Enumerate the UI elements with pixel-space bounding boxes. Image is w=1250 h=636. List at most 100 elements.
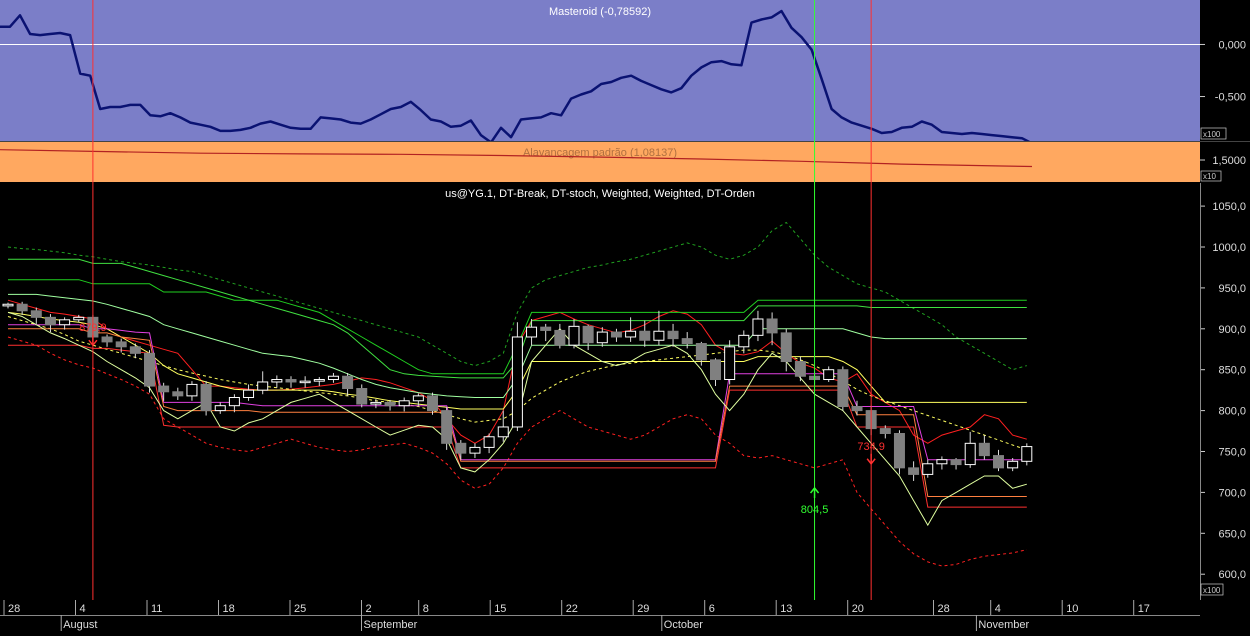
price-tick-label: 600,0 — [1218, 569, 1246, 581]
day-tick-label: 29 — [637, 603, 649, 615]
candle-body — [610, 331, 622, 338]
candle-body — [893, 433, 905, 469]
candle-body — [59, 319, 71, 326]
candle-body — [2, 303, 14, 307]
price-tick-label: 800,0 — [1218, 406, 1246, 418]
candle-body — [766, 318, 778, 334]
candle-body — [526, 326, 538, 338]
candle-body — [568, 325, 580, 346]
candle-body — [922, 463, 934, 475]
candle-body — [639, 330, 651, 341]
masteroid-title: Masteroid (-0,78592) — [549, 6, 651, 18]
month-label: September — [364, 619, 418, 631]
price-plot: 1050,0 1000,0 950,0 900,0 850,0 800,0 750,0 700… — [2, 201, 1246, 581]
candle-body — [483, 436, 495, 448]
price-tick-label: 850,0 — [1218, 365, 1246, 377]
day-tick-label: 20 — [852, 603, 864, 615]
candle-body — [993, 455, 1004, 469]
price-tick-label: 1050,0 — [1212, 201, 1246, 213]
candle-body — [186, 383, 198, 397]
candle-body — [129, 346, 141, 354]
candle-body — [978, 442, 990, 457]
candle-body — [837, 369, 849, 408]
candle-body — [667, 330, 679, 340]
masteroid-axis-bg — [1200, 0, 1250, 141]
month-label: October — [664, 619, 703, 631]
candle-body — [271, 379, 283, 383]
candle-body — [342, 375, 354, 390]
candle-body — [1021, 446, 1033, 462]
candle-body — [738, 334, 750, 348]
day-tick-label: 4 — [995, 603, 1001, 615]
candle-body — [200, 383, 212, 412]
candle-body — [851, 406, 863, 412]
day-tick-label: 28 — [8, 603, 20, 615]
candle-body — [144, 352, 155, 387]
day-tick-label: 25 — [294, 603, 306, 615]
price-tick-label: 750,0 — [1218, 447, 1246, 459]
candle-body — [214, 405, 226, 412]
candle-body — [879, 428, 891, 435]
candle-body — [73, 316, 85, 321]
candle-body — [936, 459, 948, 465]
chart-svg: Masteroid (-0,78592) 0,000-0,500 x100 Al… — [0, 0, 1250, 631]
candle-body — [582, 325, 594, 344]
price-scale-badge: x100 — [1203, 586, 1221, 595]
candle-body — [681, 338, 693, 345]
price-tick-label: 700,0 — [1218, 487, 1246, 499]
alavancagem-tick-label: 1,5000 — [1212, 155, 1246, 167]
candle-body — [228, 397, 240, 407]
candle-body — [908, 467, 920, 475]
day-tick-label: 2 — [366, 603, 372, 615]
candle-body — [497, 426, 509, 438]
candle-body — [172, 391, 184, 397]
day-tick-label: 18 — [223, 603, 235, 615]
candle-body — [724, 346, 736, 381]
candle-body — [455, 442, 467, 454]
masteroid-panel — [0, 0, 1200, 141]
candle-body — [710, 359, 721, 381]
month-label: November — [978, 619, 1029, 631]
masteroid-tick-label: 0,000 — [1218, 39, 1246, 51]
candle-body — [356, 388, 368, 405]
candle-body — [384, 401, 396, 407]
day-tick-label: 4 — [80, 603, 86, 615]
candle-body — [313, 379, 325, 382]
day-tick-label: 13 — [780, 603, 792, 615]
candle-body — [625, 330, 637, 338]
candle-body — [823, 369, 835, 381]
candle-body — [327, 375, 339, 381]
candle-body — [752, 318, 764, 336]
candle-body — [469, 446, 481, 454]
alavancagem-scale-badge: x10 — [1203, 172, 1216, 181]
candle-body — [158, 385, 170, 393]
candle-body — [398, 400, 410, 407]
day-tick-label: 17 — [1138, 603, 1150, 615]
candle-body — [412, 395, 424, 402]
price-title: us@YG.1, DT-Break, DT-stoch, Weighted, W… — [445, 188, 755, 200]
day-tick-label: 10 — [1066, 603, 1078, 615]
candle-body — [370, 401, 382, 405]
candle-body — [695, 343, 707, 361]
candle-body — [257, 381, 269, 391]
candle-body — [540, 326, 552, 331]
chart-window: Masteroid (-0,78592) 0,000 -0,500 x100 Al… — [0, 0, 1250, 631]
candle-body — [427, 395, 438, 412]
price-tick-label: 1000,0 — [1212, 242, 1246, 254]
candle-body — [511, 336, 523, 428]
masteroid-tick-label: -0,500 — [1215, 92, 1246, 104]
price-tick-label: 900,0 — [1218, 324, 1246, 336]
candle-body — [299, 380, 311, 384]
candle-body — [950, 459, 962, 466]
candle-body — [115, 341, 127, 348]
masteroid-scale-badge: x100 — [1203, 130, 1221, 139]
price-tick-label: 650,0 — [1218, 528, 1246, 540]
day-tick-label: 6 — [709, 603, 715, 615]
candle-body — [44, 316, 56, 326]
candle-body — [964, 442, 976, 466]
candle-body — [30, 310, 42, 318]
candle-body — [1007, 460, 1019, 469]
month-label: August — [63, 619, 97, 631]
candle-body — [243, 389, 255, 399]
candle-body — [441, 410, 453, 444]
